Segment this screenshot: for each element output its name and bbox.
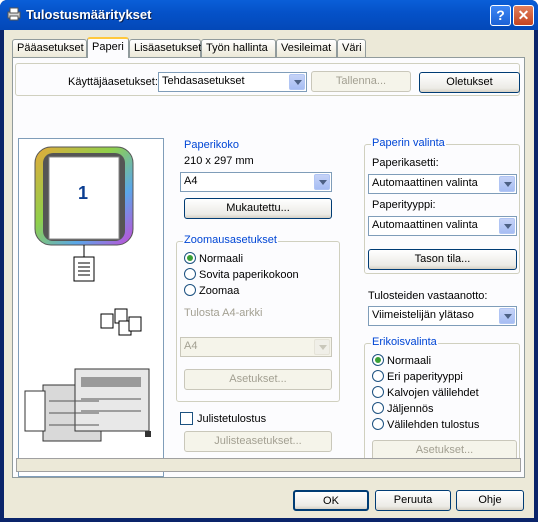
window-title: Tulostusmääritykset xyxy=(26,7,152,22)
tab-color[interactable]: Väri xyxy=(337,39,366,57)
user-settings-select[interactable]: Tehdasasetukset xyxy=(158,72,307,92)
radio-icon xyxy=(372,418,384,430)
output-tray-value: Viimeistelijän ylätaso xyxy=(372,309,474,321)
paper-type-value: Automaattinen valinta xyxy=(372,219,478,231)
tab-main[interactable]: Pääasetukset xyxy=(12,39,87,57)
radio-selected-icon xyxy=(372,354,384,366)
cancel-button[interactable]: Peruuta xyxy=(375,490,451,511)
paper-tray-label: Paperikasetti: xyxy=(372,157,439,169)
special-transparency-inserts-radio[interactable]: Kalvojen välilehdet xyxy=(372,386,479,399)
chevron-down-icon xyxy=(314,174,330,190)
tab-job-handling[interactable]: Työn hallinta xyxy=(201,39,276,57)
tab-paper[interactable]: Paperi xyxy=(87,37,129,58)
poster-checkbox[interactable]: Julistetulostus xyxy=(180,412,266,425)
poster-settings-button[interactable]: Julisteasetukset... xyxy=(184,431,332,452)
paper-tray-select[interactable]: Automaattinen valinta xyxy=(368,174,517,194)
radio-icon xyxy=(184,284,196,296)
paper-selection-legend: Paperin valinta xyxy=(371,137,446,149)
radio-icon xyxy=(372,386,384,398)
help-button[interactable]: ? xyxy=(490,5,511,26)
zoom-fit-radio[interactable]: Sovita paperikokoon xyxy=(184,268,299,281)
radio-icon xyxy=(372,402,384,414)
zoom-zoom-radio[interactable]: Zoomaa xyxy=(184,284,239,297)
output-tray-select[interactable]: Viimeistelijän ylätaso xyxy=(368,306,517,326)
fit-paper-value: A4 xyxy=(184,340,198,352)
custom-size-button[interactable]: Mukautettu... xyxy=(184,198,332,219)
paper-tray-value: Automaattinen valinta xyxy=(372,177,478,189)
user-settings-value: Tehdasasetukset xyxy=(162,75,245,87)
chevron-down-icon xyxy=(499,176,515,192)
radio-icon xyxy=(184,268,196,280)
chevron-down-icon xyxy=(314,339,330,355)
radio-selected-icon xyxy=(184,252,196,264)
ok-button[interactable]: OK xyxy=(293,490,369,511)
tab-watermarks[interactable]: Vesileimat xyxy=(276,39,337,57)
special-different-paper-radio[interactable]: Eri paperityyppi xyxy=(372,370,463,383)
print-preview: 1 xyxy=(18,138,164,477)
special-carbon-copy-radio[interactable]: Jäljennös xyxy=(372,402,433,415)
help-footer-button[interactable]: Ohje xyxy=(456,490,524,511)
close-button[interactable]: ✕ xyxy=(513,5,534,26)
printer-machine-icon xyxy=(24,368,151,442)
user-settings-label: Käyttäjäasetukset: xyxy=(68,76,158,88)
paper-tab-panel: Käyttäjäasetukset: Tehdasasetukset Talle… xyxy=(12,57,525,478)
output-tray-label: Tulosteiden vastaanotto: xyxy=(368,290,488,302)
dialog-body: Pääasetukset Paperi Lisäasetukset Työn h… xyxy=(4,30,534,518)
radio-icon xyxy=(372,370,384,382)
status-bar xyxy=(16,458,521,472)
zoom-settings-button[interactable]: Asetukset... xyxy=(184,369,332,390)
chevron-down-icon xyxy=(289,74,305,90)
tray-status-button[interactable]: Tason tila... xyxy=(368,249,517,270)
paper-size-value: A4 xyxy=(184,175,198,187)
paper-type-label: Paperityyppi: xyxy=(372,199,436,211)
chevron-down-icon xyxy=(499,308,515,324)
zoom-settings-legend: Zoomausasetukset xyxy=(183,234,278,246)
checkbox-icon xyxy=(180,412,193,425)
paper-dimensions: 210 x 297 mm xyxy=(184,155,254,167)
chevron-down-icon xyxy=(499,218,515,234)
preview-page-number: 1 xyxy=(78,183,89,203)
fit-paper-select[interactable]: A4 xyxy=(180,337,332,357)
fit-to-label: Tulosta A4-arkki xyxy=(184,307,263,319)
printing-preferences-window: Tulostusmääritykset ? ✕ Pääasetukset Pap… xyxy=(0,0,538,522)
paper-size-select[interactable]: A4 xyxy=(180,172,332,192)
preview-graphic xyxy=(24,146,151,442)
special-tab-print-radio[interactable]: Välilehden tulostus xyxy=(372,418,479,431)
zoom-normal-radio[interactable]: Normaali xyxy=(184,252,243,265)
save-button[interactable]: Tallenna... xyxy=(311,71,411,92)
tab-advanced[interactable]: Lisäasetukset xyxy=(129,39,201,57)
title-bar: Tulostusmääritykset ? ✕ xyxy=(0,0,538,30)
paper-type-select[interactable]: Automaattinen valinta xyxy=(368,216,517,236)
copies-icon xyxy=(100,308,142,336)
printer-icon xyxy=(7,7,21,21)
paper-size-label: Paperikoko xyxy=(184,139,240,151)
defaults-button[interactable]: Oletukset xyxy=(419,72,520,93)
special-modes-legend: Erikoisvalinta xyxy=(371,336,438,348)
special-normal-radio[interactable]: Normaali xyxy=(372,354,431,367)
